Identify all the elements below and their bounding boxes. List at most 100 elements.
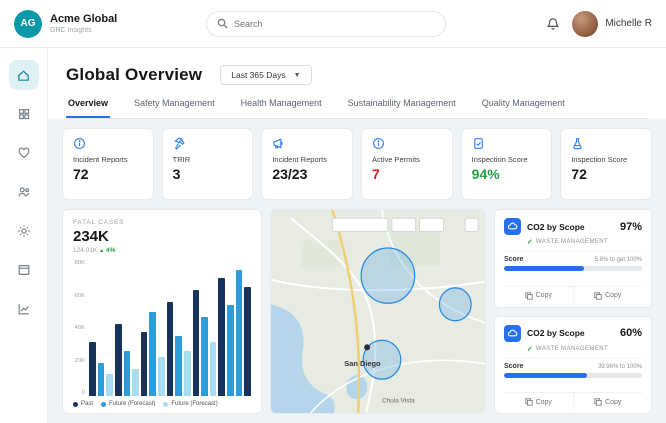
chevron-down-icon: ▼: [294, 72, 301, 79]
sidebar-item-reports[interactable]: [9, 255, 39, 285]
legend-dot: [163, 402, 168, 407]
map-control[interactable]: [332, 218, 387, 231]
kpi-value: 94%: [472, 166, 542, 182]
bar: [141, 332, 148, 396]
bar: [244, 287, 251, 396]
map-control[interactable]: [392, 218, 416, 231]
bar-chart: 80K 60K 40K 20K 0: [73, 260, 251, 396]
kpi-card-inspection-score[interactable]: Inspection Score 94%: [461, 128, 553, 200]
map-control[interactable]: [420, 218, 444, 231]
bar: [227, 305, 234, 396]
hammer-icon: [173, 137, 186, 150]
score-progress-bar: [504, 373, 642, 378]
map-control[interactable]: [465, 218, 478, 231]
fatal-cases-chart-card: FATAL CASES 234K 124.01K 4% 80K 60K 40K …: [62, 209, 262, 414]
bar: [175, 336, 182, 396]
copy-icon: [594, 292, 602, 300]
co2-by-scope-card-2: CO2 by Scope 60% ✓ WASTE MANAGEMENT Scor…: [494, 316, 652, 415]
sidebar-item-dashboard[interactable]: [9, 99, 39, 129]
brand-subtitle: GRC Insights: [50, 27, 117, 34]
bar: [149, 312, 156, 396]
sidebar-item-settings[interactable]: [9, 216, 39, 246]
copy-button[interactable]: Copy: [573, 393, 643, 411]
legend-dot: [73, 402, 78, 407]
score-note: 5.8% to get 100%: [595, 257, 642, 263]
bar: [106, 374, 113, 396]
bar: [115, 324, 122, 396]
bar: [201, 317, 208, 396]
copy-button[interactable]: Copy: [504, 287, 573, 305]
kpi-value: 23/23: [272, 166, 342, 182]
bar: [132, 369, 139, 396]
search-input[interactable]: [234, 19, 435, 29]
flask-icon: [571, 137, 584, 150]
y-tick: 40K: [73, 325, 85, 331]
y-tick: 20K: [73, 358, 85, 364]
copy-button[interactable]: Copy: [504, 393, 573, 411]
legend-label: Future (Forecast): [171, 401, 217, 407]
sidebar-item-favorites[interactable]: [9, 138, 39, 168]
notifications-button[interactable]: [546, 17, 560, 31]
kpi-card-inspection-score-2[interactable]: Inspection Score 72: [560, 128, 652, 200]
copy-icon: [594, 398, 602, 406]
y-axis: 80K 60K 40K 20K 0: [73, 260, 89, 396]
bar: [89, 342, 96, 396]
map[interactable]: San Diego Chula Vista: [270, 209, 486, 414]
megaphone-icon: [272, 137, 285, 150]
kpi-value: 3: [173, 166, 243, 182]
window-icon: [17, 263, 31, 277]
bar: [124, 351, 131, 396]
co2-icon: [504, 218, 521, 235]
tab-health-management[interactable]: Health Management: [239, 98, 324, 118]
top-bar: AG Acme Global GRC Insights Michelle R: [0, 0, 666, 48]
line-chart-icon: [17, 302, 31, 316]
kpi-label: Inspection Score: [472, 155, 542, 164]
grid-icon: [17, 107, 31, 121]
copy-button[interactable]: Copy: [573, 287, 643, 305]
kpi-label: Incident Reports: [73, 155, 143, 164]
legend-label: Past: [81, 401, 93, 407]
co2-card-title: CO2 by Scope: [527, 328, 585, 338]
search-bar[interactable]: [206, 11, 446, 37]
sidebar-item-users[interactable]: [9, 177, 39, 207]
co2-card-title: CO2 by Scope: [527, 222, 585, 232]
bar: [193, 290, 200, 396]
co2-icon: [504, 325, 521, 342]
kpi-card-active-permits[interactable]: Active Permits 7: [361, 128, 453, 200]
tab-quality-management[interactable]: Quality Management: [480, 98, 567, 118]
score-label: Score: [504, 256, 523, 263]
brand: AG Acme Global GRC Insights: [14, 10, 174, 38]
co2-card-value: 60%: [620, 327, 642, 339]
tab-overview[interactable]: Overview: [66, 98, 110, 118]
co2-card-category: WASTE MANAGEMENT: [536, 346, 608, 352]
co2-by-scope-card-1: CO2 by Scope 97% ✓ WASTE MANAGEMENT Scor…: [494, 209, 652, 308]
sidebar-item-analytics[interactable]: [9, 294, 39, 324]
kpi-card-incident-reports[interactable]: Incident Reports 72: [62, 128, 154, 200]
checklist-icon: [472, 137, 485, 150]
map-pin-icon: [364, 344, 370, 350]
map-label-chula-vista: Chula Vista: [382, 398, 415, 405]
date-range-dropdown[interactable]: Last 365 Days ▼: [220, 65, 311, 85]
kpi-label: TRIR: [173, 155, 243, 164]
kpi-card-incident-reports-2[interactable]: Incident Reports 23/23: [261, 128, 353, 200]
info-icon: [73, 137, 86, 150]
tab-safety-management[interactable]: Safety Management: [132, 98, 217, 118]
y-tick: 60K: [73, 293, 85, 299]
kpi-card-trir[interactable]: TRIR 3: [162, 128, 254, 200]
chart-title: FATAL CASES: [73, 219, 251, 226]
map-bubble: [439, 288, 471, 321]
search-icon: [217, 18, 228, 29]
co2-card-value: 97%: [620, 221, 642, 233]
chart-delta: 4%: [99, 247, 115, 254]
bar: [158, 357, 165, 396]
user-menu[interactable]: Michelle R: [572, 11, 652, 37]
tab-sustainability-management[interactable]: Sustainability Management: [346, 98, 458, 118]
page-title: Global Overview: [66, 65, 202, 85]
date-range-value: Last 365 Days: [231, 70, 285, 80]
bar-chart-bars: [89, 260, 251, 396]
kpi-value: 7: [372, 166, 442, 182]
bar: [98, 363, 105, 396]
sidebar-item-home[interactable]: [9, 60, 39, 90]
map-label-san-diego: San Diego: [344, 359, 381, 368]
kpi-row: Incident Reports 72 TRIR 3 Incident Repo…: [62, 128, 652, 200]
